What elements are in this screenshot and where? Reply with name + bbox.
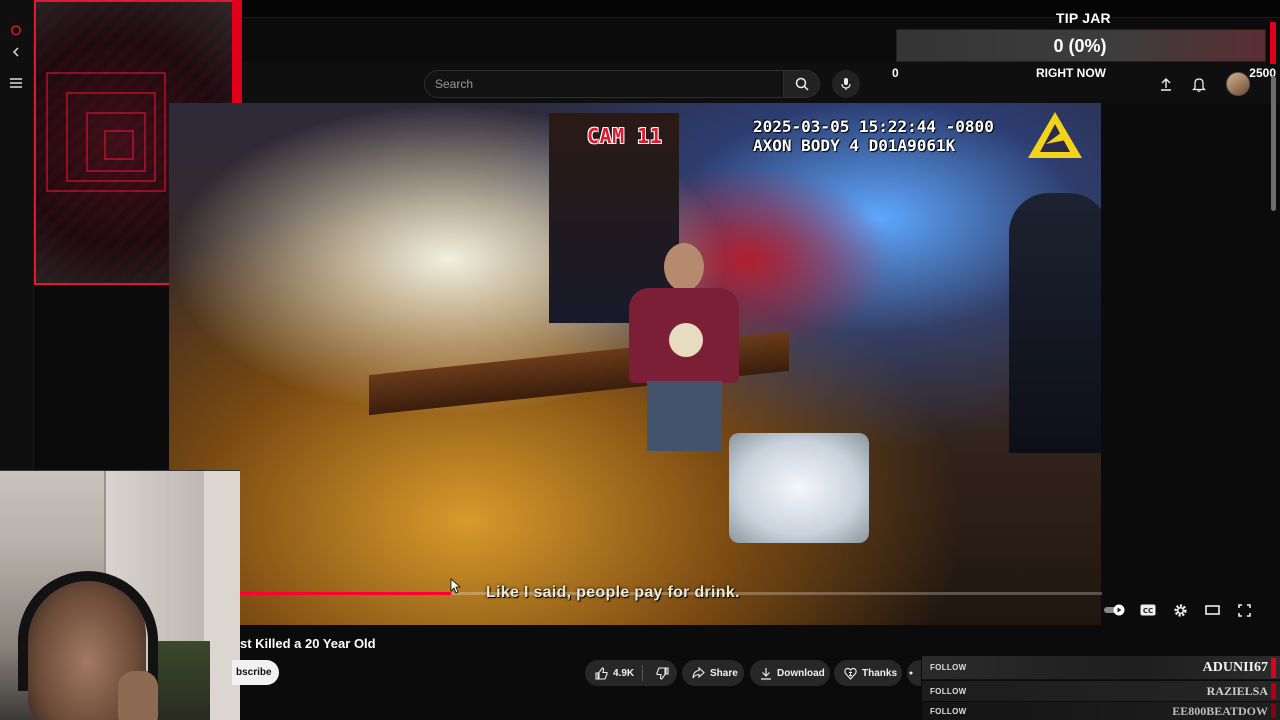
- opera-icon[interactable]: O: [8, 22, 24, 38]
- overlay-square: [104, 130, 134, 160]
- streamer-hand: [118, 671, 158, 720]
- video-officer: [1009, 193, 1101, 453]
- share-button[interactable]: Share: [682, 660, 744, 686]
- tip-jar-widget: TIP JAR 0 (0%) 0 RIGHT NOW 2500: [890, 0, 1280, 90]
- tip-jar-title: TIP JAR: [1056, 10, 1111, 26]
- svg-text:CC: CC: [1143, 607, 1153, 615]
- streamer-webcam: [0, 470, 240, 720]
- follow-label: FOLLOW: [930, 686, 967, 696]
- cam-label: CAM 11: [587, 124, 663, 148]
- page-scrollbar[interactable]: [1268, 64, 1278, 720]
- share-label: Share: [710, 667, 738, 679]
- follows-feed: FOLLOW ADUNII67 FOLLOW RAZIELSA FOLLOW E…: [922, 652, 1280, 720]
- share-icon: [692, 667, 705, 679]
- download-icon: [761, 667, 771, 680]
- tip-jar-min: 0: [892, 66, 899, 80]
- cam-device: AXON BODY 4 D01A9061K: [753, 136, 956, 155]
- cc-icon[interactable]: CC: [1138, 600, 1158, 620]
- thanks-icon: [844, 667, 857, 680]
- accent-bar: [1270, 22, 1276, 64]
- download-button[interactable]: Download: [750, 660, 830, 686]
- progress-played: [240, 592, 452, 595]
- video-progress-bar[interactable]: [240, 592, 1102, 595]
- thumbs-up-icon: [595, 666, 608, 680]
- shirt-logo: [669, 323, 703, 357]
- video-player[interactable]: [169, 103, 1101, 625]
- cam-timestamp: 2025-03-05 15:22:44 -0800: [753, 117, 994, 136]
- follow-alert: FOLLOW ADUNII67: [922, 656, 1280, 680]
- voice-search-button[interactable]: [832, 70, 860, 98]
- like-button[interactable]: 4.9K: [585, 665, 644, 681]
- follow-label: FOLLOW: [930, 706, 967, 716]
- follower-name: EE800BEATDOW: [1172, 703, 1268, 718]
- browser-sidebar: O: [0, 0, 34, 470]
- menu-icon[interactable]: [8, 75, 24, 91]
- follow-label: FOLLOW: [930, 663, 967, 672]
- video-person: [619, 243, 749, 453]
- fullscreen-icon[interactable]: [1234, 600, 1254, 620]
- search-placeholder: Search: [435, 77, 474, 91]
- autoplay-toggle[interactable]: [1102, 600, 1128, 620]
- search-icon: [795, 77, 809, 91]
- cam-metadata: 2025-03-05 15:22:44 -0800 AXON BODY 4 D0…: [753, 117, 994, 155]
- follow-alert: FOLLOW RAZIELSA: [922, 681, 1280, 701]
- more-icon: [909, 671, 913, 675]
- like-count: 4.9K: [613, 667, 635, 679]
- search-button[interactable]: [784, 70, 820, 98]
- webcam-shelf: [150, 641, 210, 720]
- download-label: Download: [777, 667, 825, 679]
- tip-jar-status: RIGHT NOW: [1036, 66, 1106, 80]
- back-icon[interactable]: [8, 44, 24, 60]
- mouse-cursor-icon: [450, 578, 462, 594]
- scrollbar-thumb[interactable]: [1271, 76, 1276, 211]
- search-input[interactable]: Search: [424, 70, 784, 98]
- thanks-label: Thanks: [862, 667, 898, 679]
- dislike-button[interactable]: [648, 666, 677, 680]
- person-head: [664, 243, 704, 291]
- axon-logo-icon: [1028, 112, 1082, 158]
- tip-jar-amount: 0 (0%): [1053, 36, 1107, 56]
- follower-name: ADUNII67: [1202, 659, 1268, 675]
- subscribe-button[interactable]: bscribe: [232, 660, 279, 685]
- thumbs-down-icon: [656, 666, 669, 680]
- more-actions-button[interactable]: [907, 660, 921, 686]
- follower-name: RAZIELSA: [1206, 683, 1268, 698]
- settings-icon[interactable]: [1170, 600, 1190, 620]
- thanks-button[interactable]: Thanks: [834, 660, 902, 686]
- theater-icon[interactable]: [1202, 600, 1222, 620]
- video-ice-bin: [729, 433, 869, 543]
- follow-alert: FOLLOW EE800BEATDOW: [922, 702, 1280, 720]
- like-dislike-group: 4.9K: [585, 660, 677, 686]
- mic-icon: [841, 78, 851, 90]
- video-title: st Killed a 20 Year Old: [240, 636, 376, 651]
- person-jeans: [647, 381, 722, 451]
